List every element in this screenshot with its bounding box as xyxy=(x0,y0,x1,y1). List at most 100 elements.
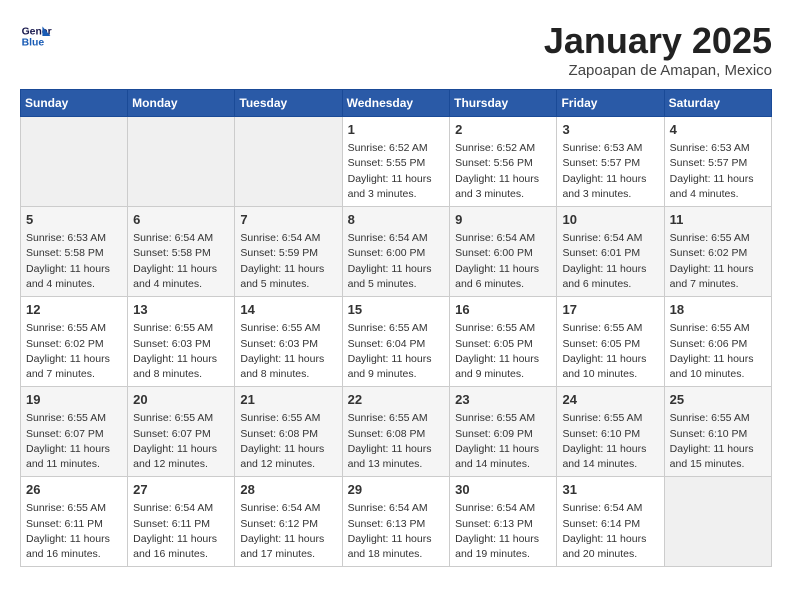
header-sunday: Sunday xyxy=(21,90,128,117)
day-info: Sunrise: 6:55 AM Sunset: 6:07 PM Dayligh… xyxy=(133,411,229,472)
logo: General Blue xyxy=(20,20,52,52)
day-info: Sunrise: 6:54 AM Sunset: 6:11 PM Dayligh… xyxy=(133,501,229,562)
day-info: Sunrise: 6:55 AM Sunset: 6:07 PM Dayligh… xyxy=(26,411,122,472)
calendar-cell: 17 Sunrise: 6:55 AM Sunset: 6:05 PM Dayli… xyxy=(557,297,664,387)
day-info: Sunrise: 6:52 AM Sunset: 5:56 PM Dayligh… xyxy=(455,141,551,202)
page-header: General Blue January 2025 Zapoapan de Am… xyxy=(20,20,772,79)
calendar-cell: 1Sunrise: 6:52 AM Sunset: 5:55 PM Daylig… xyxy=(342,117,450,207)
day-number: 29 xyxy=(348,481,445,499)
day-number: 1 xyxy=(348,121,445,139)
calendar-cell: 8Sunrise: 6:54 AM Sunset: 6:00 PM Daylig… xyxy=(342,207,450,297)
calendar-cell: 30 Sunrise: 6:54 AM Sunset: 6:13 PM Dayli… xyxy=(450,477,557,567)
day-number: 7 xyxy=(240,211,336,229)
day-info: Sunrise: 6:55 AM Sunset: 6:08 PM Dayligh… xyxy=(240,411,336,472)
day-number: 23 xyxy=(455,391,551,409)
day-info: Sunrise: 6:54 AM Sunset: 6:12 PM Dayligh… xyxy=(240,501,336,562)
day-number: 11 xyxy=(670,211,766,229)
day-number: 13 xyxy=(133,301,229,319)
day-info: Sunrise: 6:53 AM Sunset: 5:57 PM Dayligh… xyxy=(562,141,658,202)
calendar-cell: 9 Sunrise: 6:54 AM Sunset: 6:00 PM Daylig… xyxy=(450,207,557,297)
calendar-cell: 27 Sunrise: 6:54 AM Sunset: 6:11 PM Dayli… xyxy=(128,477,235,567)
day-number: 19 xyxy=(26,391,122,409)
svg-text:Blue: Blue xyxy=(22,38,45,49)
calendar-cell: 16Sunrise: 6:55 AM Sunset: 6:05 PM Dayli… xyxy=(450,297,557,387)
day-info: Sunrise: 6:54 AM Sunset: 5:58 PM Dayligh… xyxy=(133,231,229,292)
calendar-week-row: 5Sunrise: 6:53 AM Sunset: 5:58 PM Daylig… xyxy=(21,207,772,297)
day-info: Sunrise: 6:55 AM Sunset: 6:04 PM Dayligh… xyxy=(348,321,445,382)
day-number: 27 xyxy=(133,481,229,499)
day-info: Sunrise: 6:54 AM Sunset: 6:13 PM Dayligh… xyxy=(455,501,551,562)
day-number: 24 xyxy=(562,391,658,409)
day-number: 22 xyxy=(348,391,445,409)
day-number: 28 xyxy=(240,481,336,499)
calendar-cell: 18 Sunrise: 6:55 AM Sunset: 6:06 PM Dayli… xyxy=(664,297,771,387)
header-friday: Friday xyxy=(557,90,664,117)
calendar-cell: 19 Sunrise: 6:55 AM Sunset: 6:07 PM Dayli… xyxy=(21,387,128,477)
day-info: Sunrise: 6:55 AM Sunset: 6:02 PM Dayligh… xyxy=(670,231,766,292)
calendar-cell: 23 Sunrise: 6:55 AM Sunset: 6:09 PM Dayli… xyxy=(450,387,557,477)
day-info: Sunrise: 6:55 AM Sunset: 6:05 PM Dayligh… xyxy=(562,321,658,382)
day-number: 25 xyxy=(670,391,766,409)
day-number: 26 xyxy=(26,481,122,499)
day-number: 6 xyxy=(133,211,229,229)
day-info: Sunrise: 6:55 AM Sunset: 6:09 PM Dayligh… xyxy=(455,411,551,472)
calendar-week-row: 12Sunrise: 6:55 AM Sunset: 6:02 PM Dayli… xyxy=(21,297,772,387)
calendar-cell: 14 Sunrise: 6:55 AM Sunset: 6:03 PM Dayli… xyxy=(235,297,342,387)
calendar-header-row: SundayMondayTuesdayWednesdayThursdayFrid… xyxy=(21,90,772,117)
day-info: Sunrise: 6:54 AM Sunset: 6:00 PM Dayligh… xyxy=(455,231,551,292)
day-number: 20 xyxy=(133,391,229,409)
header-thursday: Thursday xyxy=(450,90,557,117)
calendar-week-row: 1Sunrise: 6:52 AM Sunset: 5:55 PM Daylig… xyxy=(21,117,772,207)
calendar-cell: 11 Sunrise: 6:55 AM Sunset: 6:02 PM Dayli… xyxy=(664,207,771,297)
day-number: 21 xyxy=(240,391,336,409)
day-info: Sunrise: 6:55 AM Sunset: 6:10 PM Dayligh… xyxy=(670,411,766,472)
day-number: 17 xyxy=(562,301,658,319)
calendar-cell: 12Sunrise: 6:55 AM Sunset: 6:02 PM Dayli… xyxy=(21,297,128,387)
day-number: 9 xyxy=(455,211,551,229)
calendar-cell: 15 Sunrise: 6:55 AM Sunset: 6:04 PM Dayli… xyxy=(342,297,450,387)
day-info: Sunrise: 6:55 AM Sunset: 6:06 PM Dayligh… xyxy=(670,321,766,382)
calendar-cell: 21 Sunrise: 6:55 AM Sunset: 6:08 PM Dayli… xyxy=(235,387,342,477)
calendar-cell: 28 Sunrise: 6:54 AM Sunset: 6:12 PM Dayli… xyxy=(235,477,342,567)
calendar-cell: 24Sunrise: 6:55 AM Sunset: 6:10 PM Dayli… xyxy=(557,387,664,477)
day-number: 4 xyxy=(670,121,766,139)
day-info: Sunrise: 6:54 AM Sunset: 6:13 PM Dayligh… xyxy=(348,501,445,562)
day-number: 10 xyxy=(562,211,658,229)
calendar-cell xyxy=(128,117,235,207)
header-wednesday: Wednesday xyxy=(342,90,450,117)
calendar-cell: 10 Sunrise: 6:54 AM Sunset: 6:01 PM Dayli… xyxy=(557,207,664,297)
calendar-cell: 22 Sunrise: 6:55 AM Sunset: 6:08 PM Dayli… xyxy=(342,387,450,477)
calendar-cell: 25 Sunrise: 6:55 AM Sunset: 6:10 PM Dayli… xyxy=(664,387,771,477)
calendar-cell: 3 Sunrise: 6:53 AM Sunset: 5:57 PM Daylig… xyxy=(557,117,664,207)
day-number: 14 xyxy=(240,301,336,319)
location: Zapoapan de Amapan, Mexico xyxy=(544,62,772,79)
day-info: Sunrise: 6:55 AM Sunset: 6:05 PM Dayligh… xyxy=(455,321,551,382)
day-number: 30 xyxy=(455,481,551,499)
calendar-cell: 5Sunrise: 6:53 AM Sunset: 5:58 PM Daylig… xyxy=(21,207,128,297)
calendar-cell xyxy=(235,117,342,207)
calendar-cell: 2 Sunrise: 6:52 AM Sunset: 5:56 PM Daylig… xyxy=(450,117,557,207)
calendar-cell: 13 Sunrise: 6:55 AM Sunset: 6:03 PM Dayli… xyxy=(128,297,235,387)
day-info: Sunrise: 6:55 AM Sunset: 6:03 PM Dayligh… xyxy=(240,321,336,382)
header-monday: Monday xyxy=(128,90,235,117)
calendar-cell xyxy=(21,117,128,207)
day-info: Sunrise: 6:54 AM Sunset: 6:01 PM Dayligh… xyxy=(562,231,658,292)
day-info: Sunrise: 6:55 AM Sunset: 6:11 PM Dayligh… xyxy=(26,501,122,562)
day-number: 18 xyxy=(670,301,766,319)
calendar-cell: 6 Sunrise: 6:54 AM Sunset: 5:58 PM Daylig… xyxy=(128,207,235,297)
day-info: Sunrise: 6:55 AM Sunset: 6:02 PM Dayligh… xyxy=(26,321,122,382)
calendar-table: SundayMondayTuesdayWednesdayThursdayFrid… xyxy=(20,89,772,567)
day-number: 15 xyxy=(348,301,445,319)
month-title: January 2025 xyxy=(544,20,772,62)
calendar-cell: 26 Sunrise: 6:55 AM Sunset: 6:11 PM Dayli… xyxy=(21,477,128,567)
day-number: 2 xyxy=(455,121,551,139)
calendar-cell: 31Sunrise: 6:54 AM Sunset: 6:14 PM Dayli… xyxy=(557,477,664,567)
calendar-cell: 20 Sunrise: 6:55 AM Sunset: 6:07 PM Dayli… xyxy=(128,387,235,477)
title-block: January 2025 Zapoapan de Amapan, Mexico xyxy=(544,20,772,79)
calendar-cell: 4Sunrise: 6:53 AM Sunset: 5:57 PM Daylig… xyxy=(664,117,771,207)
day-number: 5 xyxy=(26,211,122,229)
day-info: Sunrise: 6:55 AM Sunset: 6:08 PM Dayligh… xyxy=(348,411,445,472)
day-info: Sunrise: 6:55 AM Sunset: 6:03 PM Dayligh… xyxy=(133,321,229,382)
day-number: 3 xyxy=(562,121,658,139)
day-info: Sunrise: 6:54 AM Sunset: 6:00 PM Dayligh… xyxy=(348,231,445,292)
